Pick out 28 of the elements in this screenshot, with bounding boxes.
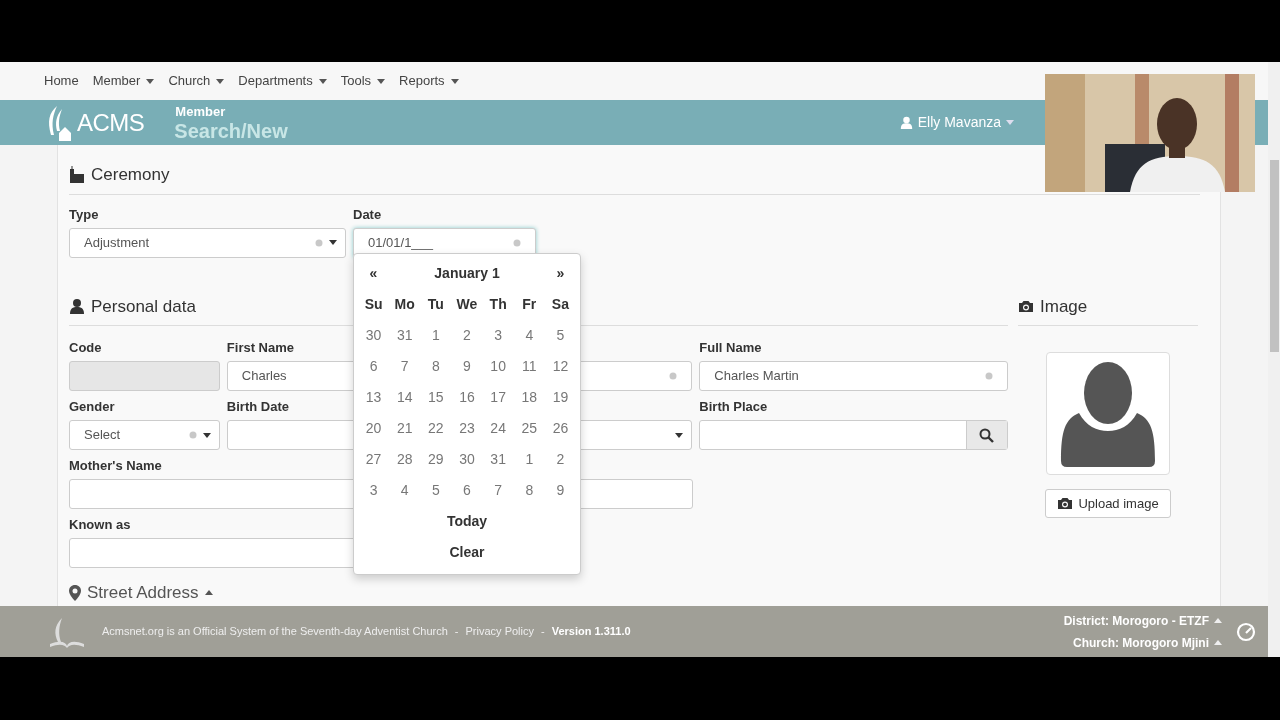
field-label: Gender	[69, 398, 115, 414]
weekday-header: Tu	[426, 295, 445, 314]
version-label: Version 1.311.0	[551, 624, 631, 640]
field-label: Known as	[69, 516, 131, 532]
section-title: Ceremony	[91, 164, 170, 186]
field-label: Birth Date	[226, 398, 289, 414]
field-label: Mother's Name	[69, 457, 162, 473]
weekday-header: We	[455, 295, 479, 314]
field-label: Birth Place	[699, 398, 768, 414]
section-title: Street Address	[87, 582, 199, 604]
section-title: Image	[1040, 295, 1088, 318]
weekday-header: Th	[488, 295, 508, 314]
header-section-label: Member	[174, 104, 227, 118]
field-label: First Name	[226, 339, 295, 355]
weekday-header: Fr	[521, 295, 538, 314]
section-title: Personal data	[91, 295, 196, 318]
page-title: Search/New	[174, 120, 288, 141]
field-label: Date	[353, 205, 382, 222]
weekday-header: Su	[363, 295, 384, 314]
footer-separator: -	[541, 624, 545, 640]
weekday-header: Mo	[393, 295, 416, 314]
field-label: Full Name	[699, 339, 762, 355]
field-label: Type	[69, 205, 99, 222]
field-label: Code	[69, 339, 102, 355]
logo-text: ACMS	[77, 107, 145, 138]
footer-text: Acmsnet.org is an Official System of the Seventh-day Adventist Church	[102, 624, 448, 640]
weekday-header: Sa	[550, 295, 570, 314]
footer-separator: -	[454, 624, 459, 640]
